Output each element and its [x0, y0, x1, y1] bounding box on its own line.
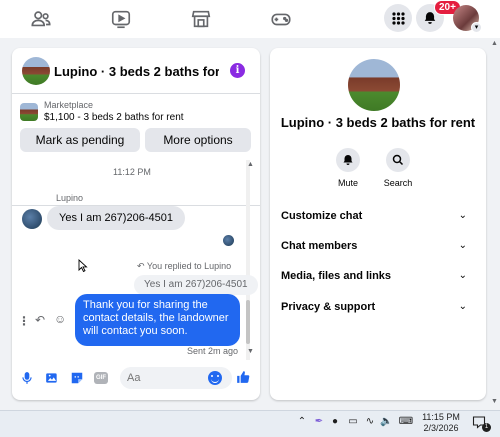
scroll-up-icon[interactable]: ▲: [491, 40, 498, 47]
sticker-icon[interactable]: [70, 371, 84, 385]
outgoing-message[interactable]: Thank you for sharing the contact detail…: [75, 294, 240, 346]
seen-avatar: [223, 235, 234, 246]
row-label: Chat members: [281, 240, 358, 252]
sender-avatar[interactable]: [22, 209, 42, 229]
info-icon[interactable]: i: [230, 63, 245, 78]
keyboard-icon[interactable]: ⌨: [398, 416, 414, 428]
mute-button[interactable]: [336, 148, 360, 172]
reply-indicator: ↶ You replied to Lupino: [137, 261, 231, 272]
clock-time: 11:15 PM: [422, 412, 460, 422]
scroll-up-icon[interactable]: ▲: [247, 161, 254, 168]
notification-count: 1: [482, 423, 491, 432]
listing-title[interactable]: $1,100 - 3 beds 2 baths for rent: [44, 112, 184, 123]
mute-label[interactable]: Mute: [323, 178, 373, 188]
teams-icon[interactable]: ●: [329, 416, 341, 428]
wifi-icon[interactable]: ∿: [364, 416, 376, 428]
show-hidden-icons-icon[interactable]: ⌃: [296, 416, 308, 428]
row-label: Privacy & support: [281, 301, 376, 313]
message-timestamp: 11:12 PM: [113, 167, 151, 177]
sent-status: Sent 2m ago: [187, 346, 239, 356]
react-emoji-icon[interactable]: ☺: [54, 312, 66, 326]
marketplace-icon[interactable]: [190, 8, 212, 30]
page-scrollbar[interactable]: ▲ ▼: [489, 38, 500, 410]
info-title: Lupino · 3 beds 2 baths for rent: [280, 115, 476, 130]
top-navigation: 20+ ▾: [0, 0, 500, 38]
system-clock[interactable]: 11:15 PM 2/3/2026: [418, 412, 464, 434]
friends-icon[interactable]: [30, 8, 52, 30]
quoted-message[interactable]: Yes I am 267)206-4501: [134, 275, 258, 295]
customize-chat-row[interactable]: Customize chat ⌄: [281, 205, 471, 227]
gif-icon[interactable]: GIF: [94, 372, 108, 384]
listing-thumbnail[interactable]: [22, 57, 50, 85]
row-label: Customize chat: [281, 210, 363, 222]
mouse-cursor-icon: [78, 259, 88, 273]
gaming-icon[interactable]: [270, 8, 292, 30]
more-options-button[interactable]: More options: [145, 128, 251, 152]
mark-as-pending-button[interactable]: Mark as pending: [20, 128, 140, 152]
thumbs-up-icon[interactable]: [236, 370, 251, 385]
chevron-down-icon: ⌄: [458, 210, 467, 221]
scrollbar-thumb[interactable]: [246, 300, 250, 344]
clock-date: 2/3/2026: [423, 423, 459, 433]
photo-icon[interactable]: [45, 371, 59, 385]
sender-name: Lupino: [56, 193, 84, 203]
more-actions-icon[interactable]: ⋮: [18, 314, 30, 328]
chat-scrollbar[interactable]: [246, 160, 250, 360]
pen-icon[interactable]: ✒: [313, 416, 325, 428]
battery-icon[interactable]: ▭: [347, 416, 359, 428]
microphone-icon[interactable]: [20, 371, 34, 385]
search-label[interactable]: Search: [373, 178, 423, 188]
marketplace-label: Marketplace: [44, 100, 94, 110]
reply-icon[interactable]: ↶: [35, 313, 45, 327]
bell-icon: [343, 155, 353, 165]
emoji-icon[interactable]: [208, 371, 222, 385]
search-icon: [392, 154, 404, 166]
row-label: Media, files and links: [281, 270, 392, 282]
chat-header: Lupino · 3 beds 2 baths for r… i: [12, 48, 260, 94]
chat-members-row[interactable]: Chat members ⌄: [281, 235, 471, 257]
scroll-down-icon[interactable]: ▼: [247, 348, 254, 355]
search-button[interactable]: [386, 148, 410, 172]
chevron-down-icon: ⌄: [458, 270, 467, 281]
reply-arrow-icon: ↶: [137, 261, 145, 271]
listing-thumbnail-small[interactable]: [20, 103, 38, 121]
incoming-message[interactable]: Yes I am 267)206-4501: [47, 206, 185, 230]
chevron-down-icon: ⌄: [458, 301, 467, 312]
listing-photo[interactable]: [348, 59, 400, 111]
chat-title[interactable]: Lupino · 3 beds 2 baths for r…: [54, 64, 219, 79]
volume-icon[interactable]: 🔈: [380, 416, 392, 428]
privacy-support-row[interactable]: Privacy & support ⌄: [281, 296, 471, 318]
scroll-down-icon[interactable]: ▼: [491, 398, 498, 405]
watch-icon[interactable]: [110, 8, 132, 30]
chevron-down-icon: ⌄: [458, 240, 467, 251]
menu-grid-icon[interactable]: [384, 4, 412, 32]
media-files-links-row[interactable]: Media, files and links ⌄: [281, 265, 471, 287]
chevron-down-icon: ▾: [471, 22, 482, 33]
profile-avatar[interactable]: ▾: [453, 5, 482, 33]
reply-label: You replied to Lupino: [146, 261, 232, 271]
